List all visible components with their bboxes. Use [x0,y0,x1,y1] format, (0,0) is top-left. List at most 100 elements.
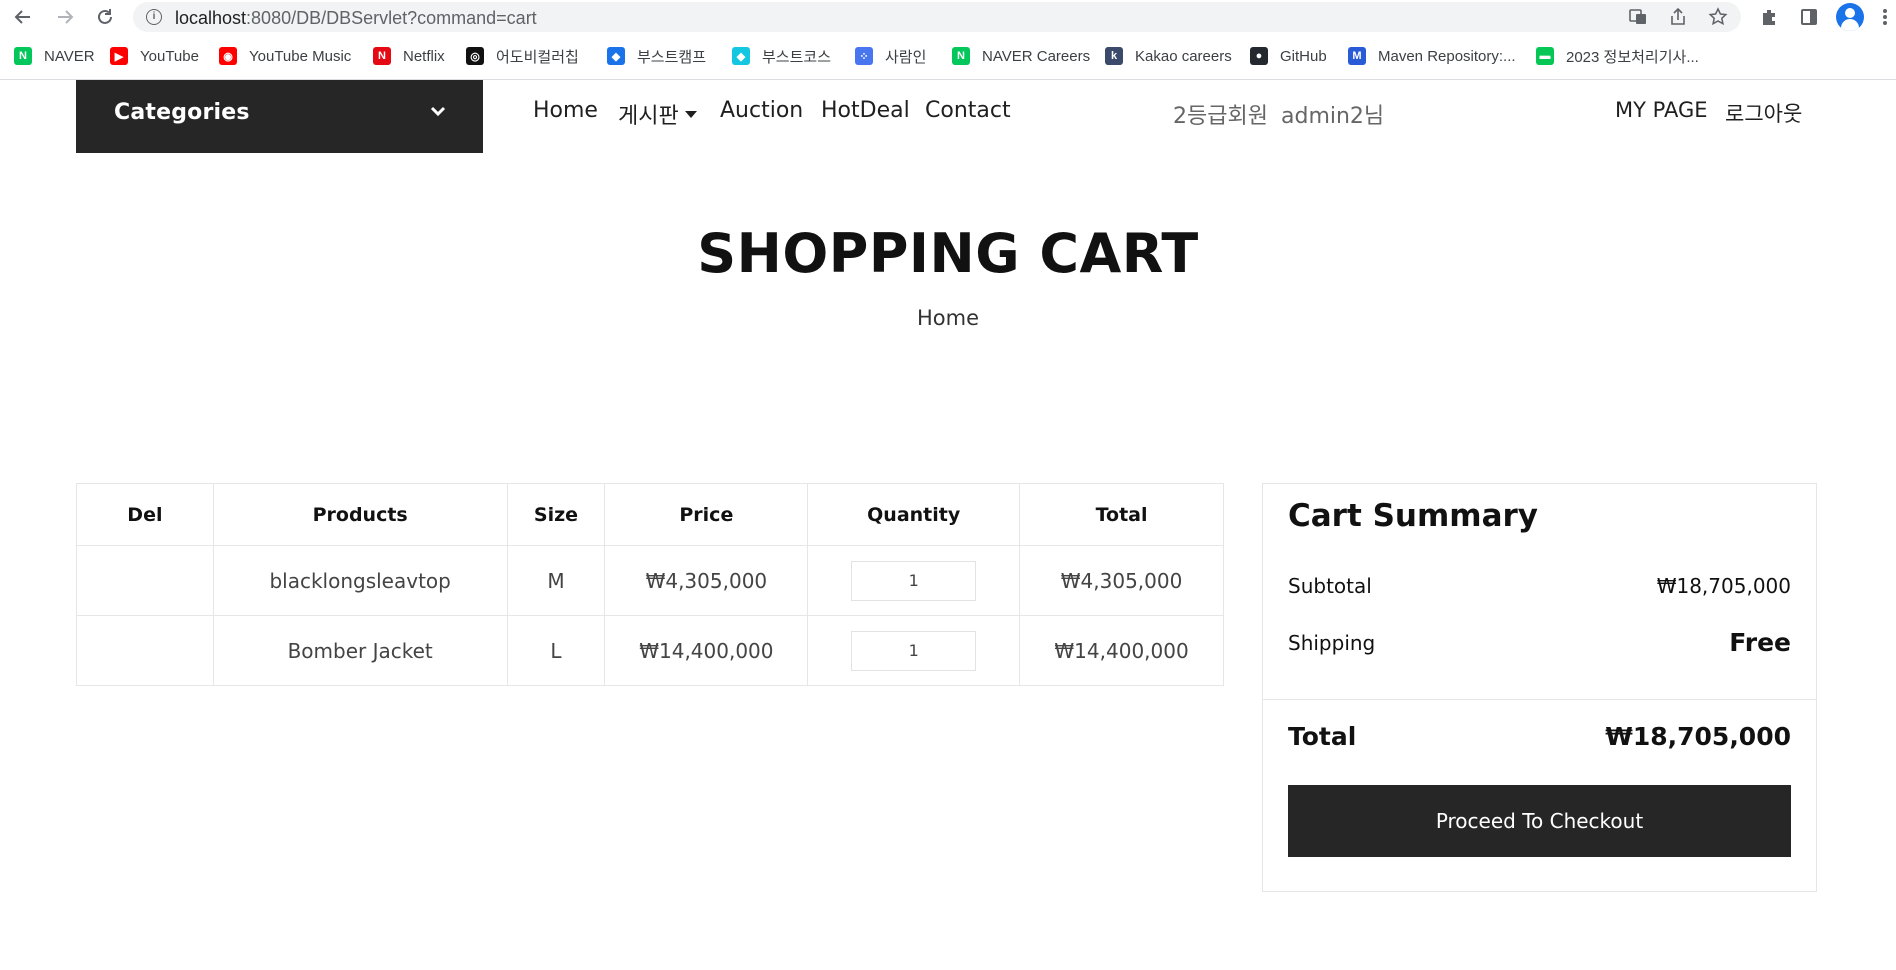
forward-button[interactable] [52,4,78,30]
bookmark-item[interactable]: N NAVER [14,44,95,68]
reload-icon [98,9,112,24]
boostcamp-icon: ◆ [607,47,625,65]
bookmark-item[interactable]: M Maven Repository:... [1348,44,1516,68]
column-header-size: Size [506,483,606,546]
bookmark-item[interactable]: ⁘ 사람인 [855,44,926,68]
proceed-to-checkout-button[interactable]: Proceed To Checkout [1288,785,1791,857]
bookmark-item[interactable]: N NAVER Careers [952,44,1090,68]
subtotal-row: Subtotal ₩18,705,000 [1288,574,1791,598]
shipping-row: Shipping Free [1288,628,1791,657]
quantity-cell [807,615,1021,686]
site-info-icon[interactable]: i [146,9,162,25]
column-header-price: Price [604,483,809,546]
address-bar[interactable]: i localhost:8080/DB/DBServlet?command=ca… [133,2,1741,32]
kakao-careers-icon: k [1105,47,1123,65]
youtube-icon: ▶ [110,47,128,65]
bookmark-label: Netflix [403,47,445,65]
cart-summary: Cart Summary Subtotal ₩18,705,000 Shippi… [1262,483,1817,892]
shipping-value: Free [1729,628,1791,657]
naver-icon: N [14,47,32,65]
nav-hotdeal[interactable]: HotDeal [821,98,910,123]
nav-board[interactable]: 게시판 [618,98,697,130]
table-row: blacklongsleavtop M ₩4,305,000 ₩4,305,00… [76,545,1224,616]
quantity-input[interactable] [851,630,977,671]
categories-label: Categories [114,100,250,125]
total-value: ₩18,705,000 [1605,722,1791,751]
column-header-total: Total [1019,483,1224,546]
nav-board-label: 게시판 [618,104,679,129]
bookmark-item[interactable]: ◉ YouTube Music [219,44,351,68]
translate-icon[interactable] [1627,6,1649,28]
cart-header-row: Del Products Size Price Quantity Total [76,483,1224,546]
bookmark-item[interactable]: ◆ 부스트코스 [732,44,831,68]
shipping-label: Shipping [1288,630,1376,655]
maven-icon: M [1348,47,1366,65]
back-arrow-icon [14,10,30,24]
bookmark-label: 부스트코스 [762,48,832,66]
logout-link[interactable]: 로그아웃 [1725,98,1802,128]
bookmarks-bar: N NAVER ▶ YouTube ◉ YouTube Music N Netflix ◎ 어도비… [0,44,1896,68]
product-name: Bomber Jacket [212,615,508,686]
line-total: ₩4,305,000 [1019,545,1224,616]
nav-contact[interactable]: Contact [925,98,1011,123]
nav-auction[interactable]: Auction [720,98,803,123]
nav-home[interactable]: Home [533,98,598,123]
user-grade: 2등급회원 [1173,104,1268,129]
user-name: admin2님 [1281,104,1385,129]
categories-dropdown[interactable]: Categories [76,80,483,153]
column-header-quantity: Quantity [807,483,1021,546]
menu-dots-icon[interactable] [1878,4,1892,30]
cart-table: Del Products Size Price Quantity Total b… [76,483,1224,686]
bookmark-item[interactable]: ▬ 2023 정보처리기사... [1536,44,1699,68]
forward-arrow-icon [58,10,74,24]
saramin-icon: ⁘ [855,47,873,65]
adobe-color-icon: ◎ [466,47,484,65]
side-panel-icon[interactable] [1796,4,1822,30]
breadcrumb-home[interactable]: Home [0,306,1896,330]
bookmark-label: Maven Repository:... [1378,47,1516,65]
bookmark-label: 부스트캠프 [637,48,707,66]
back-button[interactable] [10,4,36,30]
bookmark-item[interactable]: ● GitHub [1250,44,1327,68]
product-price: ₩14,400,000 [604,615,809,686]
product-name: blacklongsleavtop [212,545,508,616]
quantity-input[interactable] [851,560,977,601]
youtube-music-icon: ◉ [219,47,237,65]
chevron-down-icon [430,106,446,117]
bookmark-item[interactable]: ◆ 부스트캠프 [607,44,706,68]
column-header-products: Products [212,483,508,546]
bookmark-item[interactable]: N Netflix [373,44,445,68]
bookmark-label: NAVER Careers [982,47,1091,65]
profile-avatar[interactable] [1836,3,1864,31]
total-row: Total ₩18,705,000 [1288,722,1791,751]
extensions-icon[interactable] [1756,4,1782,30]
browser-toolbar: i localhost:8080/DB/DBServlet?command=ca… [0,0,1896,34]
my-page-link[interactable]: MY PAGE [1615,98,1707,122]
bookmark-item[interactable]: k Kakao careers [1105,44,1232,68]
github-icon: ● [1250,47,1268,65]
delete-cell[interactable] [76,615,214,686]
total-label: Total [1288,722,1357,751]
caret-down-icon [684,110,697,118]
star-icon[interactable] [1707,6,1729,28]
bookmark-item[interactable]: ◎ 어도비컬러칩 [466,44,579,68]
share-icon[interactable] [1667,6,1689,28]
bookmark-item[interactable]: ▶ YouTube [110,44,199,68]
column-header-del: Del [76,483,214,546]
bookmark-label: 2023 정보처리기사... [1566,48,1699,66]
bookmark-label: NAVER [44,47,95,65]
netflix-icon: N [373,47,391,65]
boostcourse-icon: ◆ [732,47,750,65]
table-row: Bomber Jacket L ₩14,400,000 ₩14,400,000 [76,615,1224,686]
subtotal-value: ₩18,705,000 [1656,574,1791,598]
reload-button[interactable] [92,4,118,30]
url-text: localhost:8080/DB/DBServlet?command=cart [175,8,537,28]
bookmark-label: GitHub [1280,47,1327,65]
delete-cell[interactable] [76,545,214,616]
bookmark-label: Kakao careers [1135,47,1232,65]
product-price: ₩4,305,000 [604,545,809,616]
bookmark-label: 사람인 [885,48,927,66]
bookmark-label: YouTube Music [249,47,352,65]
bookmark-label: YouTube [140,47,199,65]
line-total: ₩14,400,000 [1019,615,1224,686]
